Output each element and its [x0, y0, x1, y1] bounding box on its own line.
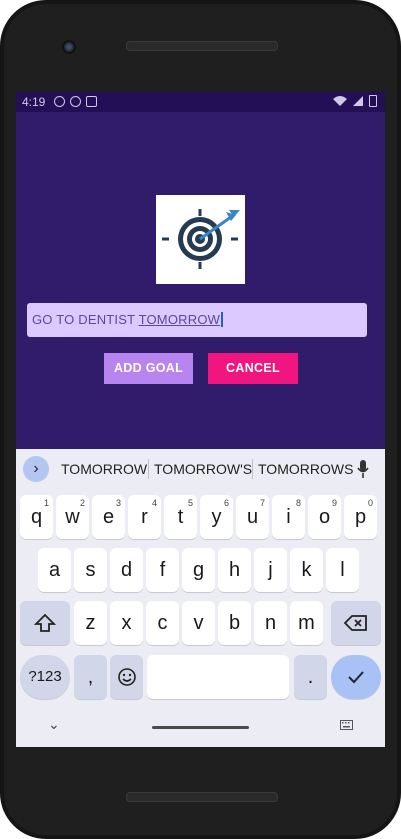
key-p[interactable]: p0 [344, 495, 377, 539]
suggestion-divider [148, 459, 149, 479]
status-bar: 4:19 [16, 92, 385, 112]
keyboard-switch-icon[interactable] [340, 720, 353, 730]
key-f[interactable]: f [146, 548, 179, 592]
enter-key[interactable] [331, 655, 381, 699]
key-y[interactable]: y6 [200, 495, 233, 539]
emoji-icon [117, 668, 136, 686]
key-e[interactable]: e3 [92, 495, 125, 539]
symbols-key[interactable]: ?123 [20, 655, 70, 699]
key-a[interactable]: a [38, 548, 71, 592]
key-u[interactable]: u7 [236, 495, 269, 539]
cancel-button[interactable]: CANCEL [208, 353, 298, 384]
phone-frame: 4:19 GO TO DENTIST TOMORROW ADD GOAL CAN… [0, 0, 401, 839]
navigation-bar: ⌄ [16, 704, 385, 747]
input-text-composing: TOMORROW [138, 312, 221, 327]
backspace-icon [343, 615, 367, 631]
microphone-icon[interactable] [356, 459, 370, 479]
key-m[interactable]: m [290, 601, 323, 645]
goal-target-logo [156, 195, 245, 284]
shift-key[interactable] [20, 601, 70, 645]
hide-keyboard-chevron-icon[interactable]: ⌄ [48, 716, 60, 733]
goal-input-field[interactable]: GO TO DENTIST TOMORROW [27, 303, 367, 337]
key-j[interactable]: j [254, 548, 287, 592]
key-v[interactable]: v [182, 601, 215, 645]
shift-icon [33, 613, 57, 632]
key-s[interactable]: s [74, 548, 107, 592]
battery-icon [369, 95, 377, 107]
key-q[interactable]: q1 [20, 495, 53, 539]
key-c[interactable]: c [146, 601, 179, 645]
input-text-plain: GO TO DENTIST [32, 312, 139, 327]
add-goal-button[interactable]: ADD GOAL [104, 353, 193, 384]
key-n[interactable]: n [254, 601, 287, 645]
key-x[interactable]: x [110, 601, 143, 645]
space-bar[interactable] [147, 655, 289, 699]
key-k[interactable]: k [290, 548, 323, 592]
comma-key[interactable]: , [74, 655, 107, 699]
suggestion-1[interactable]: TOMORROW [61, 461, 147, 477]
earpiece-speaker [126, 41, 278, 51]
suggestion-3[interactable]: TOMORROWS [258, 461, 353, 477]
key-w[interactable]: w2 [56, 495, 89, 539]
status-right [333, 95, 377, 107]
goal-input-text: GO TO DENTIST TOMORROW [32, 312, 223, 327]
checkmark-icon [348, 671, 364, 684]
key-b[interactable]: b [218, 601, 251, 645]
soft-keyboard: › TOMORROW TOMORROW'S TOMORROWS q1 w2 e3… [16, 449, 385, 747]
text-cursor [221, 312, 223, 327]
period-key[interactable]: . [294, 655, 327, 699]
target-icon [162, 209, 240, 269]
suggestion-divider [252, 459, 253, 479]
key-g[interactable]: g [182, 548, 215, 592]
key-t[interactable]: t5 [164, 495, 197, 539]
key-r[interactable]: r4 [128, 495, 161, 539]
backspace-key[interactable] [331, 601, 381, 645]
status-time: 4:19 [22, 95, 46, 109]
signal-icon [353, 96, 363, 106]
notification-icon [54, 96, 65, 107]
settings-status-icon [70, 96, 81, 107]
suggestion-2[interactable]: TOMORROW'S [154, 461, 252, 477]
key-o[interactable]: o9 [308, 495, 341, 539]
expand-toolbar-button[interactable]: › [23, 456, 49, 482]
suggestion-strip: › TOMORROW TOMORROW'S TOMORROWS [16, 449, 385, 489]
key-h[interactable]: h [218, 548, 251, 592]
emoji-key[interactable] [110, 655, 143, 699]
sd-card-icon [86, 96, 97, 107]
key-l[interactable]: l [326, 548, 359, 592]
wifi-icon [333, 96, 347, 106]
bottom-speaker [126, 792, 278, 802]
screen: 4:19 GO TO DENTIST TOMORROW ADD GOAL CAN… [16, 92, 385, 747]
key-i[interactable]: i8 [272, 495, 305, 539]
front-camera [62, 40, 76, 54]
home-gesture-handle[interactable] [152, 726, 249, 729]
key-d[interactable]: d [110, 548, 143, 592]
key-z[interactable]: z [74, 601, 107, 645]
